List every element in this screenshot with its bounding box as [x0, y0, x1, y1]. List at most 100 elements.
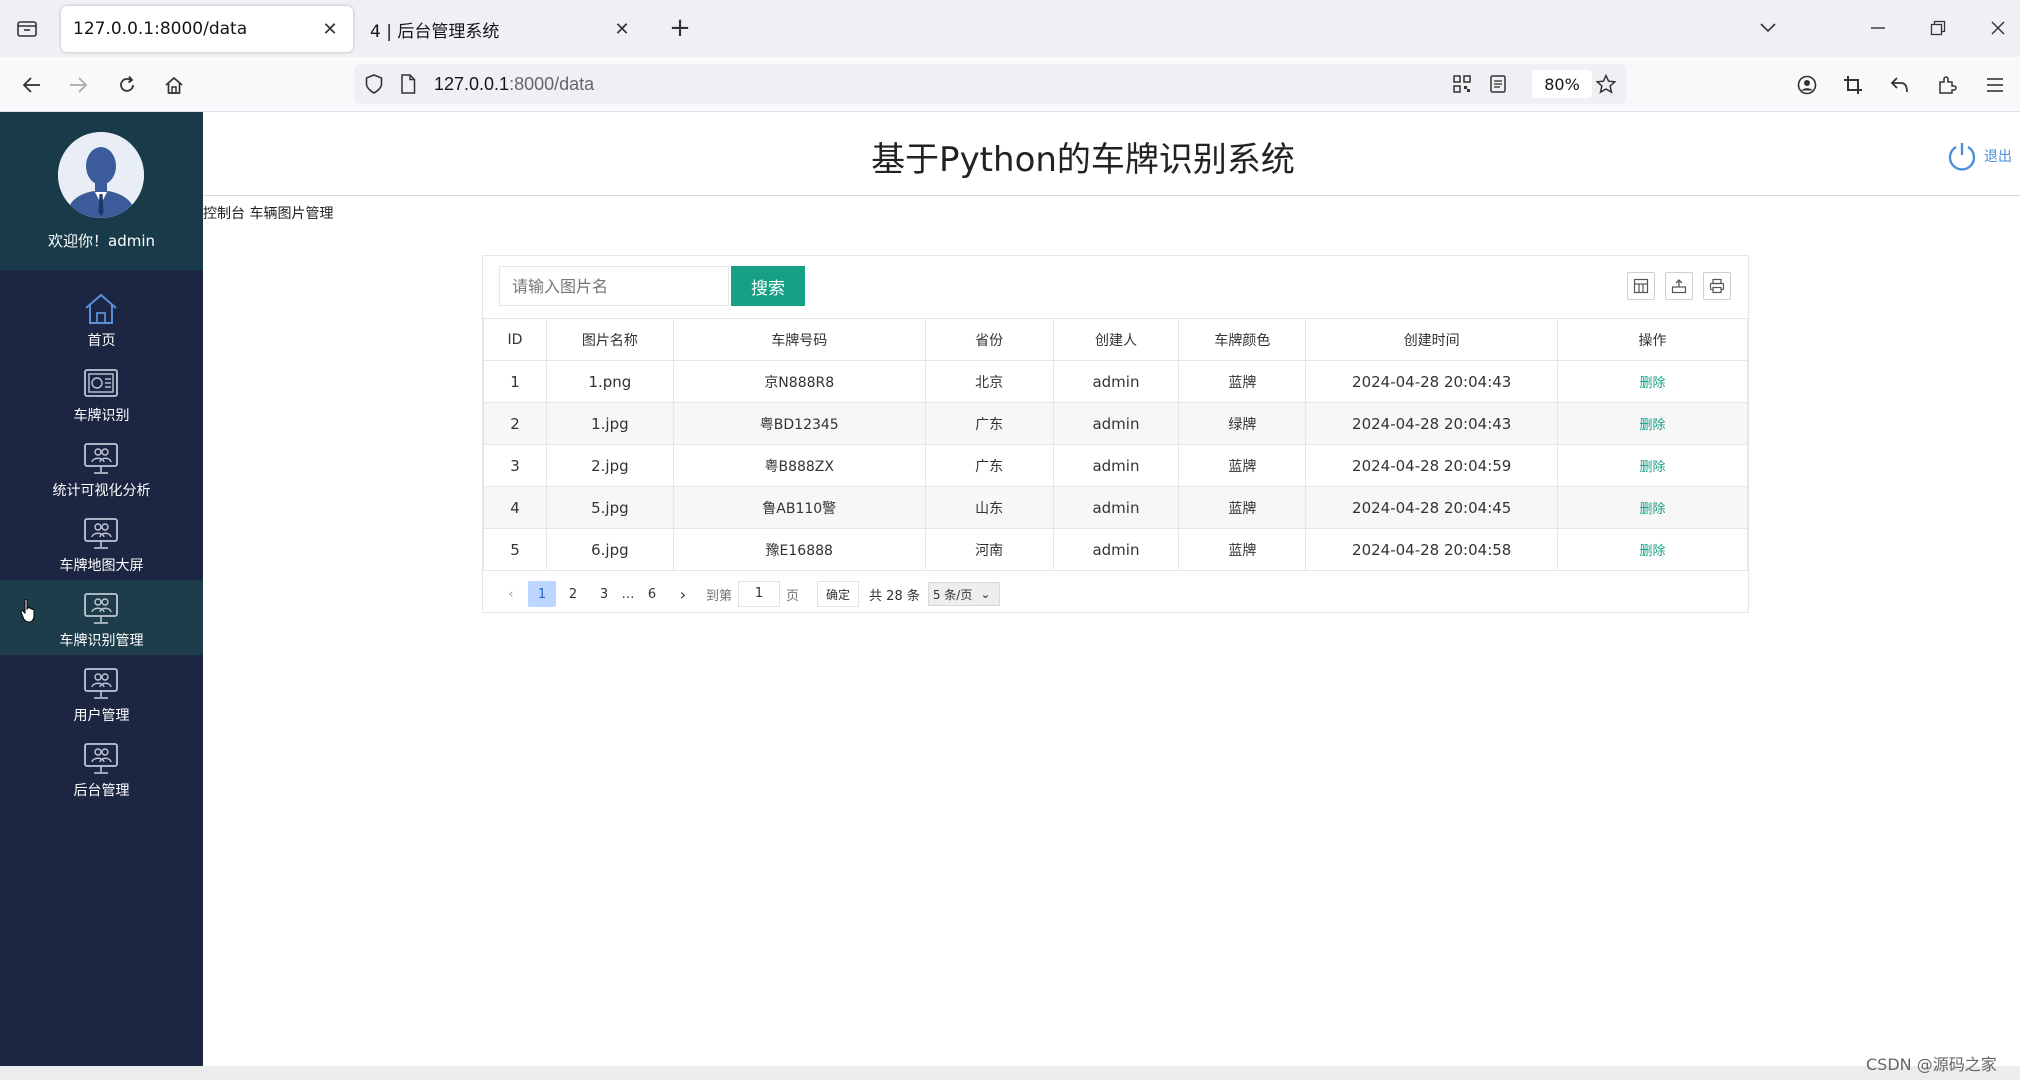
column-header[interactable]: 省份 — [924, 318, 1054, 361]
monitor-user-icon — [84, 668, 118, 699]
shield-icon[interactable] — [362, 72, 386, 96]
delete-link[interactable]: 删除 — [1557, 528, 1748, 571]
table-header-row: ID 图片名称 车牌号码 省份 创建人 车牌颜色 创建时间 操作 — [483, 318, 1748, 361]
cell-time: 2024-04-28 20:04:59 — [1305, 444, 1559, 487]
reload-icon[interactable] — [110, 68, 144, 102]
cell-id: 3 — [483, 444, 547, 487]
page-title: 基于Python的车牌识别系统 — [871, 140, 1295, 180]
column-header[interactable]: 图片名称 — [545, 318, 674, 361]
sidebar-item-label: 统计可视化分析 — [52, 483, 151, 499]
qr-code-icon[interactable] — [1450, 72, 1474, 96]
cell-color: 绿牌 — [1178, 402, 1307, 445]
table-row[interactable]: 2 1.jpg 粤BD12345 广东 admin 绿牌 2024-04-28 … — [483, 402, 1748, 445]
close-icon[interactable]: ✕ — [317, 16, 343, 42]
page-size-value: 5 条/页 — [932, 587, 973, 602]
logout-button[interactable]: 退出 — [1946, 140, 2012, 172]
page-unit-label: 页 — [786, 588, 800, 604]
sidebar-item-plate-recognition[interactable]: 车牌识别 — [0, 355, 203, 430]
cell-creator: admin — [1052, 486, 1180, 529]
tab-active[interactable]: 127.0.0.1:8000/data ✕ — [61, 6, 353, 52]
menu-icon[interactable] — [1978, 68, 2012, 102]
column-header[interactable]: 创建人 — [1052, 318, 1180, 361]
address-bar[interactable]: 127.0.0.1:8000/data 80% — [354, 64, 1626, 104]
next-page-icon[interactable]: › — [669, 581, 697, 607]
column-header[interactable]: 创建时间 — [1305, 318, 1559, 361]
cell-color: 蓝牌 — [1178, 360, 1307, 403]
crop-icon[interactable] — [1836, 68, 1870, 102]
horizontal-scrollbar[interactable] — [0, 1066, 2020, 1080]
column-header[interactable]: 车牌颜色 — [1178, 318, 1307, 361]
page-number[interactable]: 1 — [528, 581, 556, 607]
hand-cursor-icon — [20, 598, 35, 623]
cell-color: 蓝牌 — [1178, 486, 1307, 529]
reader-view-icon[interactable] — [1486, 72, 1510, 96]
logout-label: 退出 — [1984, 149, 2012, 165]
search-button[interactable]: 搜索 — [731, 266, 805, 306]
pagination: ‹ 1 2 3 … 6 › 到第 1 页 确定 共 28 条 5 条/页 ⌄ — [497, 580, 1000, 608]
prev-page-icon[interactable]: ‹ — [497, 581, 525, 607]
cell-name: 1.jpg — [545, 402, 674, 445]
page-number[interactable]: 2 — [559, 581, 587, 607]
sidebar-item-map-screen[interactable]: 车牌地图大屏 — [0, 505, 203, 580]
minimize-icon[interactable] — [1856, 12, 1900, 44]
cell-province: 河南 — [924, 528, 1054, 571]
table-row[interactable]: 3 2.jpg 粤B888ZX 广东 admin 蓝牌 2024-04-28 2… — [483, 444, 1748, 487]
page-number[interactable]: 6 — [638, 581, 666, 607]
forward-icon[interactable] — [62, 68, 96, 102]
cell-province: 广东 — [924, 444, 1054, 487]
monitor-user-icon — [84, 518, 118, 549]
delete-link[interactable]: 删除 — [1557, 402, 1748, 445]
monitor-user-icon — [84, 443, 118, 474]
zoom-level[interactable]: 80% — [1532, 70, 1592, 98]
column-header[interactable]: 操作 — [1557, 318, 1748, 361]
print-icon[interactable] — [1703, 272, 1731, 300]
chevron-down-icon[interactable] — [1746, 12, 1790, 44]
cell-plate: 粤B888ZX — [672, 444, 926, 487]
sidebar-item-users[interactable]: 用户管理 — [0, 655, 203, 730]
monitor-user-icon — [84, 593, 118, 624]
sidebar-item-statistics[interactable]: 统计可视化分析 — [0, 430, 203, 505]
extensions-icon[interactable] — [1930, 68, 1964, 102]
delete-link[interactable]: 删除 — [1557, 486, 1748, 529]
cell-id: 2 — [483, 402, 547, 445]
delete-link[interactable]: 删除 — [1557, 360, 1748, 403]
tab-inactive[interactable]: 4 | 后台管理系统 ✕ — [360, 6, 645, 52]
column-header[interactable]: ID — [483, 318, 547, 361]
sidebar-item-admin[interactable]: 后台管理 — [0, 730, 203, 805]
sidebar-item-label: 车牌地图大屏 — [59, 558, 144, 574]
close-window-icon[interactable] — [1976, 12, 2020, 44]
search-input[interactable] — [499, 266, 729, 306]
column-header[interactable]: 车牌号码 — [672, 318, 926, 361]
data-panel: 搜索 ID 图片名称 车牌号码 省份 创建人 车牌颜色 创建时间 操作 — [482, 255, 1749, 613]
sidebar-item-label: 首页 — [87, 333, 116, 349]
account-icon[interactable] — [1790, 68, 1824, 102]
cell-id: 5 — [483, 528, 547, 571]
home-icon[interactable] — [157, 68, 191, 102]
columns-filter-icon[interactable] — [1627, 272, 1655, 300]
table-row[interactable]: 5 6.jpg 豫E16888 河南 admin 蓝牌 2024-04-28 2… — [483, 528, 1748, 571]
delete-link[interactable]: 删除 — [1557, 444, 1748, 487]
tab-list-icon[interactable] — [14, 16, 40, 40]
data-table: ID 图片名称 车牌号码 省份 创建人 车牌颜色 创建时间 操作 1 1.png… — [483, 318, 1748, 571]
cell-province: 北京 — [924, 360, 1054, 403]
cell-time: 2024-04-28 20:04:43 — [1305, 360, 1559, 403]
avatar[interactable] — [58, 132, 144, 218]
cell-plate: 鲁AB110警 — [672, 486, 926, 529]
page-number[interactable]: 3 — [590, 581, 618, 607]
back-icon[interactable] — [14, 68, 48, 102]
goto-confirm-button[interactable]: 确定 — [817, 581, 860, 607]
table-row[interactable]: 1 1.png 京N888R8 北京 admin 蓝牌 2024-04-28 2… — [483, 360, 1748, 403]
table-row[interactable]: 4 5.jpg 鲁AB110警 山东 admin 蓝牌 2024-04-28 2… — [483, 486, 1748, 529]
page-size-select[interactable]: 5 条/页 ⌄ — [927, 582, 1000, 606]
restore-icon[interactable] — [1916, 12, 1960, 44]
cell-name: 1.png — [545, 360, 674, 403]
goto-page-input[interactable]: 1 — [738, 581, 781, 607]
undo-icon[interactable] — [1882, 68, 1916, 102]
star-icon[interactable] — [1594, 72, 1618, 96]
sidebar-item-home[interactable]: 首页 — [0, 280, 203, 355]
close-icon[interactable]: ✕ — [609, 16, 635, 42]
new-tab-icon[interactable]: + — [666, 13, 694, 43]
sidebar-profile: 欢迎你！admin — [0, 112, 203, 270]
export-icon[interactable] — [1665, 272, 1693, 300]
url-text[interactable]: 127.0.0.1:8000/data — [434, 74, 594, 95]
